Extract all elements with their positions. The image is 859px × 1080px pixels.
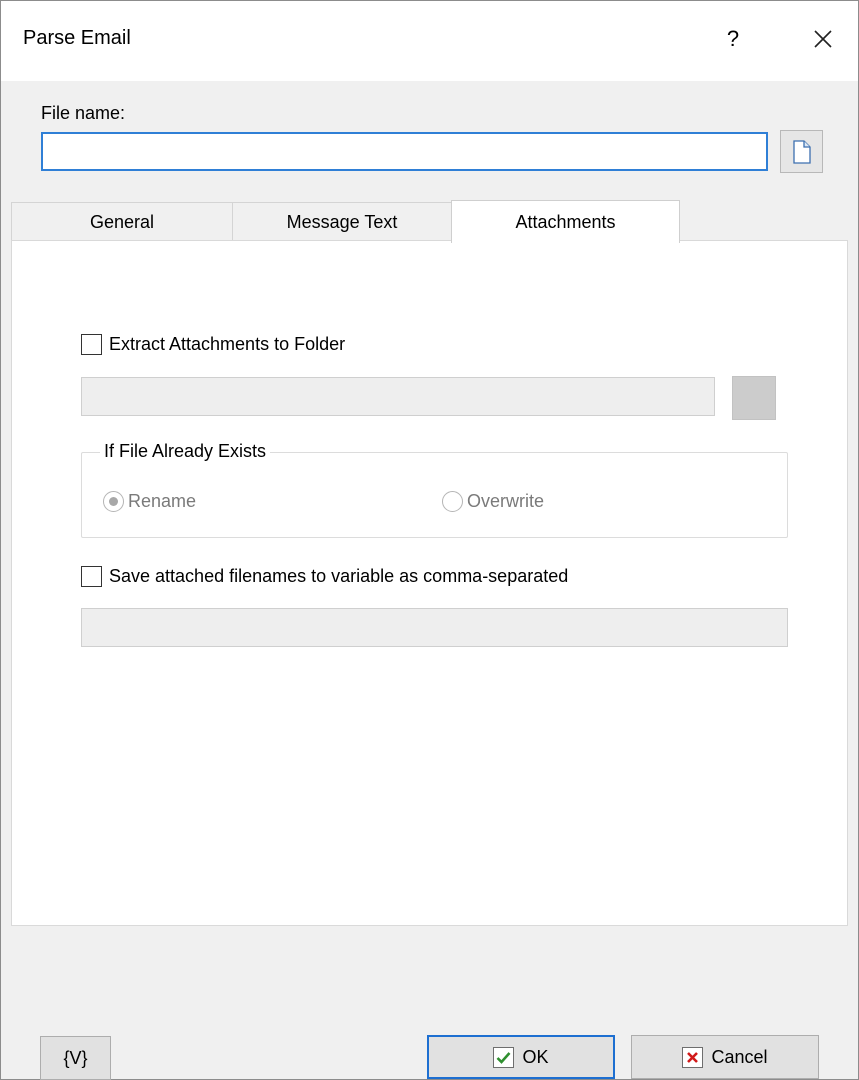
close-icon — [814, 30, 832, 48]
cancel-label: Cancel — [711, 1046, 768, 1067]
rename-option: Rename — [103, 491, 196, 512]
extract-attachments-checkbox[interactable] — [81, 334, 102, 355]
extract-attachments-label: Extract Attachments to Folder — [109, 334, 346, 354]
help-button[interactable]: ? — [705, 11, 761, 67]
ok-button[interactable]: OK — [427, 1035, 615, 1079]
ok-label: OK — [522, 1046, 549, 1067]
variable-name-field — [81, 608, 788, 647]
file-name-label: File name: — [41, 103, 126, 123]
save-filenames-option[interactable]: Save attached filenames to variable as c… — [81, 566, 568, 587]
overwrite-option: Overwrite — [442, 491, 544, 512]
rename-label: Rename — [128, 491, 197, 511]
title-bar: Parse Email ? — [1, 1, 858, 81]
save-filenames-checkbox[interactable] — [81, 566, 102, 587]
cancel-button[interactable]: Cancel — [631, 1035, 819, 1079]
file-exists-group-title: If File Already Exists — [100, 441, 271, 462]
document-icon — [792, 139, 811, 164]
overwrite-radio — [442, 491, 463, 512]
browse-file-button[interactable] — [780, 130, 823, 173]
browse-folder-button — [732, 376, 776, 420]
variables-button[interactable]: {V} — [40, 1036, 111, 1080]
tab-strip: General Message Text Attachments — [11, 200, 858, 243]
checkmark-icon — [493, 1046, 515, 1068]
tab-message-text[interactable]: Message Text — [232, 202, 452, 241]
overwrite-label: Overwrite — [467, 491, 545, 511]
file-name-input[interactable] — [41, 132, 768, 171]
tab-attachments[interactable]: Attachments — [451, 200, 680, 243]
rename-radio — [103, 491, 124, 512]
close-button[interactable] — [795, 11, 851, 67]
dialog-title: Parse Email — [23, 27, 131, 49]
x-icon — [682, 1046, 704, 1068]
footer-divider — [11, 925, 848, 926]
extract-attachments-option[interactable]: Extract Attachments to Folder — [81, 334, 345, 355]
save-filenames-label: Save attached filenames to variable as c… — [109, 566, 569, 586]
tab-general[interactable]: General — [11, 202, 233, 241]
folder-path-field — [81, 377, 715, 416]
parse-email-dialog: Parse Email ? File name: General Message… — [0, 0, 859, 1080]
attachments-panel-lower — [11, 729, 848, 925]
